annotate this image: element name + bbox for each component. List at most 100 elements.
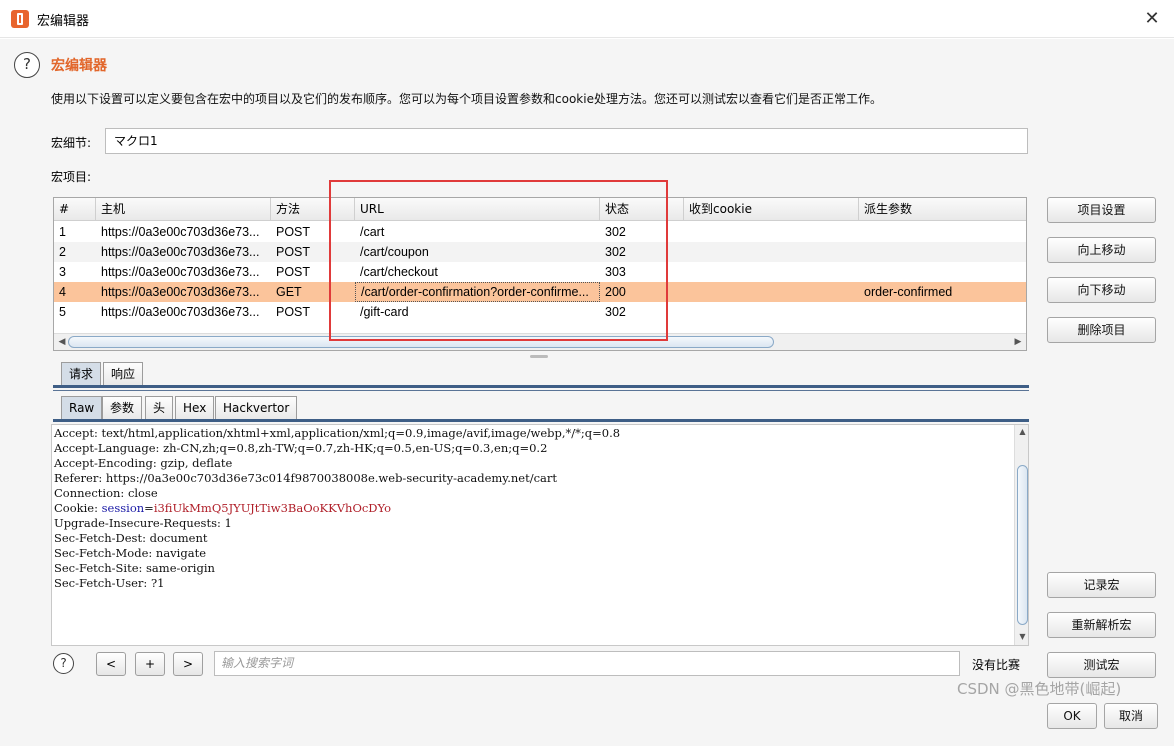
reanalyze-macro-button[interactable]: 重新解析宏	[1047, 612, 1156, 638]
burp-app-icon	[11, 10, 29, 28]
search-match-status: 没有比赛	[972, 658, 1021, 672]
delete-item-button[interactable]: 删除项目	[1047, 317, 1156, 343]
table-horizontal-scrollbar[interactable]: ◀ ▶	[54, 333, 1026, 350]
cell-host: https://0a3e00c703d36e73...	[101, 245, 260, 259]
move-up-button[interactable]: 向上移动	[1047, 237, 1156, 263]
column-header-derived-params[interactable]: 派生参数	[859, 198, 1026, 220]
column-header-num[interactable]: #	[54, 198, 96, 220]
table-row[interactable]: 1 https://0a3e00c703d36e73... POST /cart…	[54, 222, 1026, 242]
request-text: Accept: text/html,application/xhtml+xml,…	[54, 426, 620, 591]
section-title: 宏编辑器	[51, 58, 107, 74]
tab-hex[interactable]: Hex	[175, 396, 215, 420]
tab-raw[interactable]: Raw	[61, 396, 103, 420]
cell-derived-param	[859, 222, 1026, 242]
cell-derived-param: order-confirmed	[864, 285, 953, 299]
test-macro-button[interactable]: 测试宏	[1047, 652, 1156, 678]
column-header-status[interactable]: 状态	[600, 198, 684, 220]
scroll-down-icon[interactable]: ▼	[1017, 631, 1028, 643]
cell-status: 302	[605, 305, 626, 319]
request-line: Sec-Fetch-Site: same-origin	[54, 561, 215, 575]
record-macro-button[interactable]: 记录宏	[1047, 572, 1156, 598]
cell-url: /cart/checkout	[360, 265, 438, 279]
scroll-up-icon[interactable]: ▲	[1017, 426, 1028, 438]
cell-method: GET	[276, 285, 302, 299]
search-prev-button[interactable]: <	[96, 652, 126, 676]
macro-detail-input[interactable]: マクロ1	[105, 128, 1028, 154]
table-header: # 主机 方法 URL 状态 收到cookie 派生参数	[54, 198, 1026, 221]
cell-method: POST	[276, 305, 311, 319]
help-icon[interactable]: ?	[14, 52, 40, 78]
search-next-button[interactable]: >	[173, 652, 203, 676]
cell-host: https://0a3e00c703d36e73...	[101, 225, 260, 239]
close-icon[interactable]: ✕	[1137, 4, 1167, 34]
cell-status: 303	[605, 265, 626, 279]
cell-status: 302	[605, 245, 626, 259]
scroll-left-icon[interactable]: ◀	[56, 336, 68, 348]
cell-derived-param	[859, 262, 1026, 282]
scrollbar-thumb[interactable]	[1017, 465, 1028, 625]
inner-tab-underline	[53, 419, 1029, 422]
cell-method: POST	[276, 245, 311, 259]
move-down-button[interactable]: 向下移动	[1047, 277, 1156, 303]
table-row-selected[interactable]: 4 https://0a3e00c703d36e73... GET /cart/…	[54, 282, 1026, 302]
cookie-line: Cookie: session=i3fiUkMmQ5JYUJtTiw3BaOoK…	[54, 501, 392, 515]
cell-num: 3	[59, 265, 66, 279]
tab-headers[interactable]: 头	[145, 396, 174, 420]
tab-separator	[53, 390, 1029, 391]
cell-host: https://0a3e00c703d36e73...	[101, 265, 260, 279]
cell-num: 2	[59, 245, 66, 259]
cell-num: 1	[59, 225, 66, 239]
search-help-icon[interactable]: ?	[53, 653, 74, 674]
cell-num: 5	[59, 305, 66, 319]
macro-editor-dialog: ? 宏编辑器 使用以下设置可以定义要包含在宏中的项目以及它们的发布顺序。您可以为…	[0, 39, 1174, 746]
column-header-method[interactable]: 方法	[271, 198, 355, 220]
cell-url: /gift-card	[360, 305, 409, 319]
cookie-value: i3fiUkMmQ5JYUJtTiw3BaOoKKVhOcDYo	[153, 501, 392, 515]
item-settings-button[interactable]: 项目设置	[1047, 197, 1156, 223]
cell-derived-param	[859, 242, 1026, 262]
tab-params[interactable]: 参数	[102, 396, 143, 420]
request-editor[interactable]: Accept: text/html,application/xhtml+xml,…	[51, 424, 1029, 646]
tab-request[interactable]: 请求	[61, 362, 102, 386]
search-add-button[interactable]: +	[135, 652, 165, 676]
cookie-name: session	[101, 501, 145, 515]
cell-url: /cart/coupon	[360, 245, 429, 259]
request-line: Referer: https://0a3e00c703d36e73c014f98…	[54, 471, 558, 485]
request-line: Connection: close	[54, 486, 158, 500]
request-line: Sec-Fetch-Dest: document	[54, 531, 208, 545]
request-line: Sec-Fetch-Mode: navigate	[54, 546, 206, 560]
cell-status: 200	[605, 285, 626, 299]
cancel-button[interactable]: 取消	[1104, 703, 1158, 729]
cell-url: /cart/order-confirmation?order-confirme.…	[355, 282, 600, 302]
window-titlebar: 宏编辑器 ✕	[0, 0, 1174, 38]
editor-vertical-scrollbar[interactable]: ▲ ▼	[1014, 425, 1028, 645]
table-row[interactable]: 3 https://0a3e00c703d36e73... POST /cart…	[54, 262, 1026, 282]
watermark-text: CSDN @黑色地带(崛起)	[957, 680, 1122, 698]
split-pane-handle[interactable]	[530, 355, 548, 358]
window-title: 宏编辑器	[37, 14, 90, 29]
cookie-header-name: Cookie:	[54, 501, 102, 515]
scrollbar-thumb[interactable]	[68, 336, 774, 348]
column-header-received-cookie[interactable]: 收到cookie	[684, 198, 859, 220]
cell-num: 4	[59, 285, 66, 299]
column-header-host[interactable]: 主机	[96, 198, 271, 220]
scroll-right-icon[interactable]: ▶	[1012, 336, 1024, 348]
tab-response[interactable]: 响应	[103, 362, 144, 386]
cell-host: https://0a3e00c703d36e73...	[101, 285, 260, 299]
table-row[interactable]: 5 https://0a3e00c703d36e73... POST /gift…	[54, 302, 1026, 322]
macro-detail-label: 宏细节:	[51, 136, 92, 150]
tab-hackvertor[interactable]: Hackvertor	[215, 396, 298, 420]
tab-underline	[53, 385, 1029, 388]
request-line: Accept-Language: zh-CN,zh;q=0.8,zh-TW;q=…	[54, 441, 548, 455]
column-header-url[interactable]: URL	[355, 198, 600, 220]
cell-status: 302	[605, 225, 626, 239]
macro-items-label: 宏项目:	[51, 170, 92, 184]
cell-url: /cart	[360, 225, 385, 239]
search-input[interactable]: 输入搜索字词	[214, 651, 960, 676]
cell-derived-param	[859, 302, 1026, 322]
description-text: 使用以下设置可以定义要包含在宏中的项目以及它们的发布顺序。您可以为每个项目设置参…	[51, 92, 882, 106]
table-row[interactable]: 2 https://0a3e00c703d36e73... POST /cart…	[54, 242, 1026, 262]
request-line: Sec-Fetch-User: ?1	[54, 576, 165, 590]
request-line: Accept: text/html,application/xhtml+xml,…	[54, 426, 621, 440]
ok-button[interactable]: OK	[1047, 703, 1097, 729]
